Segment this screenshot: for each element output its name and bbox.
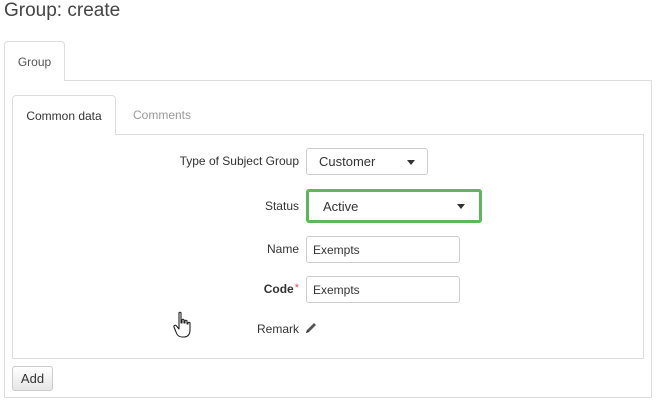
pencil-icon[interactable] (304, 321, 318, 335)
status-label: Status (264, 199, 299, 213)
tab-comments[interactable]: Comments (116, 95, 208, 135)
subject-group-type-label: Type of Subject Group (179, 154, 299, 168)
tab-common-data-label: Common data (26, 108, 102, 123)
subject-group-type-value: Customer (319, 154, 376, 169)
subject-group-type-select[interactable]: Customer (306, 148, 428, 175)
add-button[interactable]: Add (12, 366, 53, 391)
tab-group-label: Group (17, 54, 52, 69)
hand-cursor-icon (173, 311, 191, 338)
name-input[interactable] (306, 236, 460, 263)
code-label-text: Code (263, 282, 294, 296)
tab-common-data[interactable]: Common data (12, 95, 116, 135)
tab-comments-label: Comments (132, 108, 191, 122)
code-label: Code* (264, 282, 299, 296)
remark-label: Remark (256, 322, 299, 336)
chevron-down-icon (457, 204, 465, 209)
status-value: Active (323, 198, 359, 214)
tab-group[interactable]: Group (4, 41, 65, 81)
required-marker: * (294, 282, 299, 294)
code-input[interactable] (306, 276, 460, 303)
status-select[interactable]: Active (306, 189, 482, 223)
name-label: Name (266, 242, 299, 256)
chevron-down-icon (407, 159, 415, 165)
page-title: Group: create (4, 0, 121, 21)
